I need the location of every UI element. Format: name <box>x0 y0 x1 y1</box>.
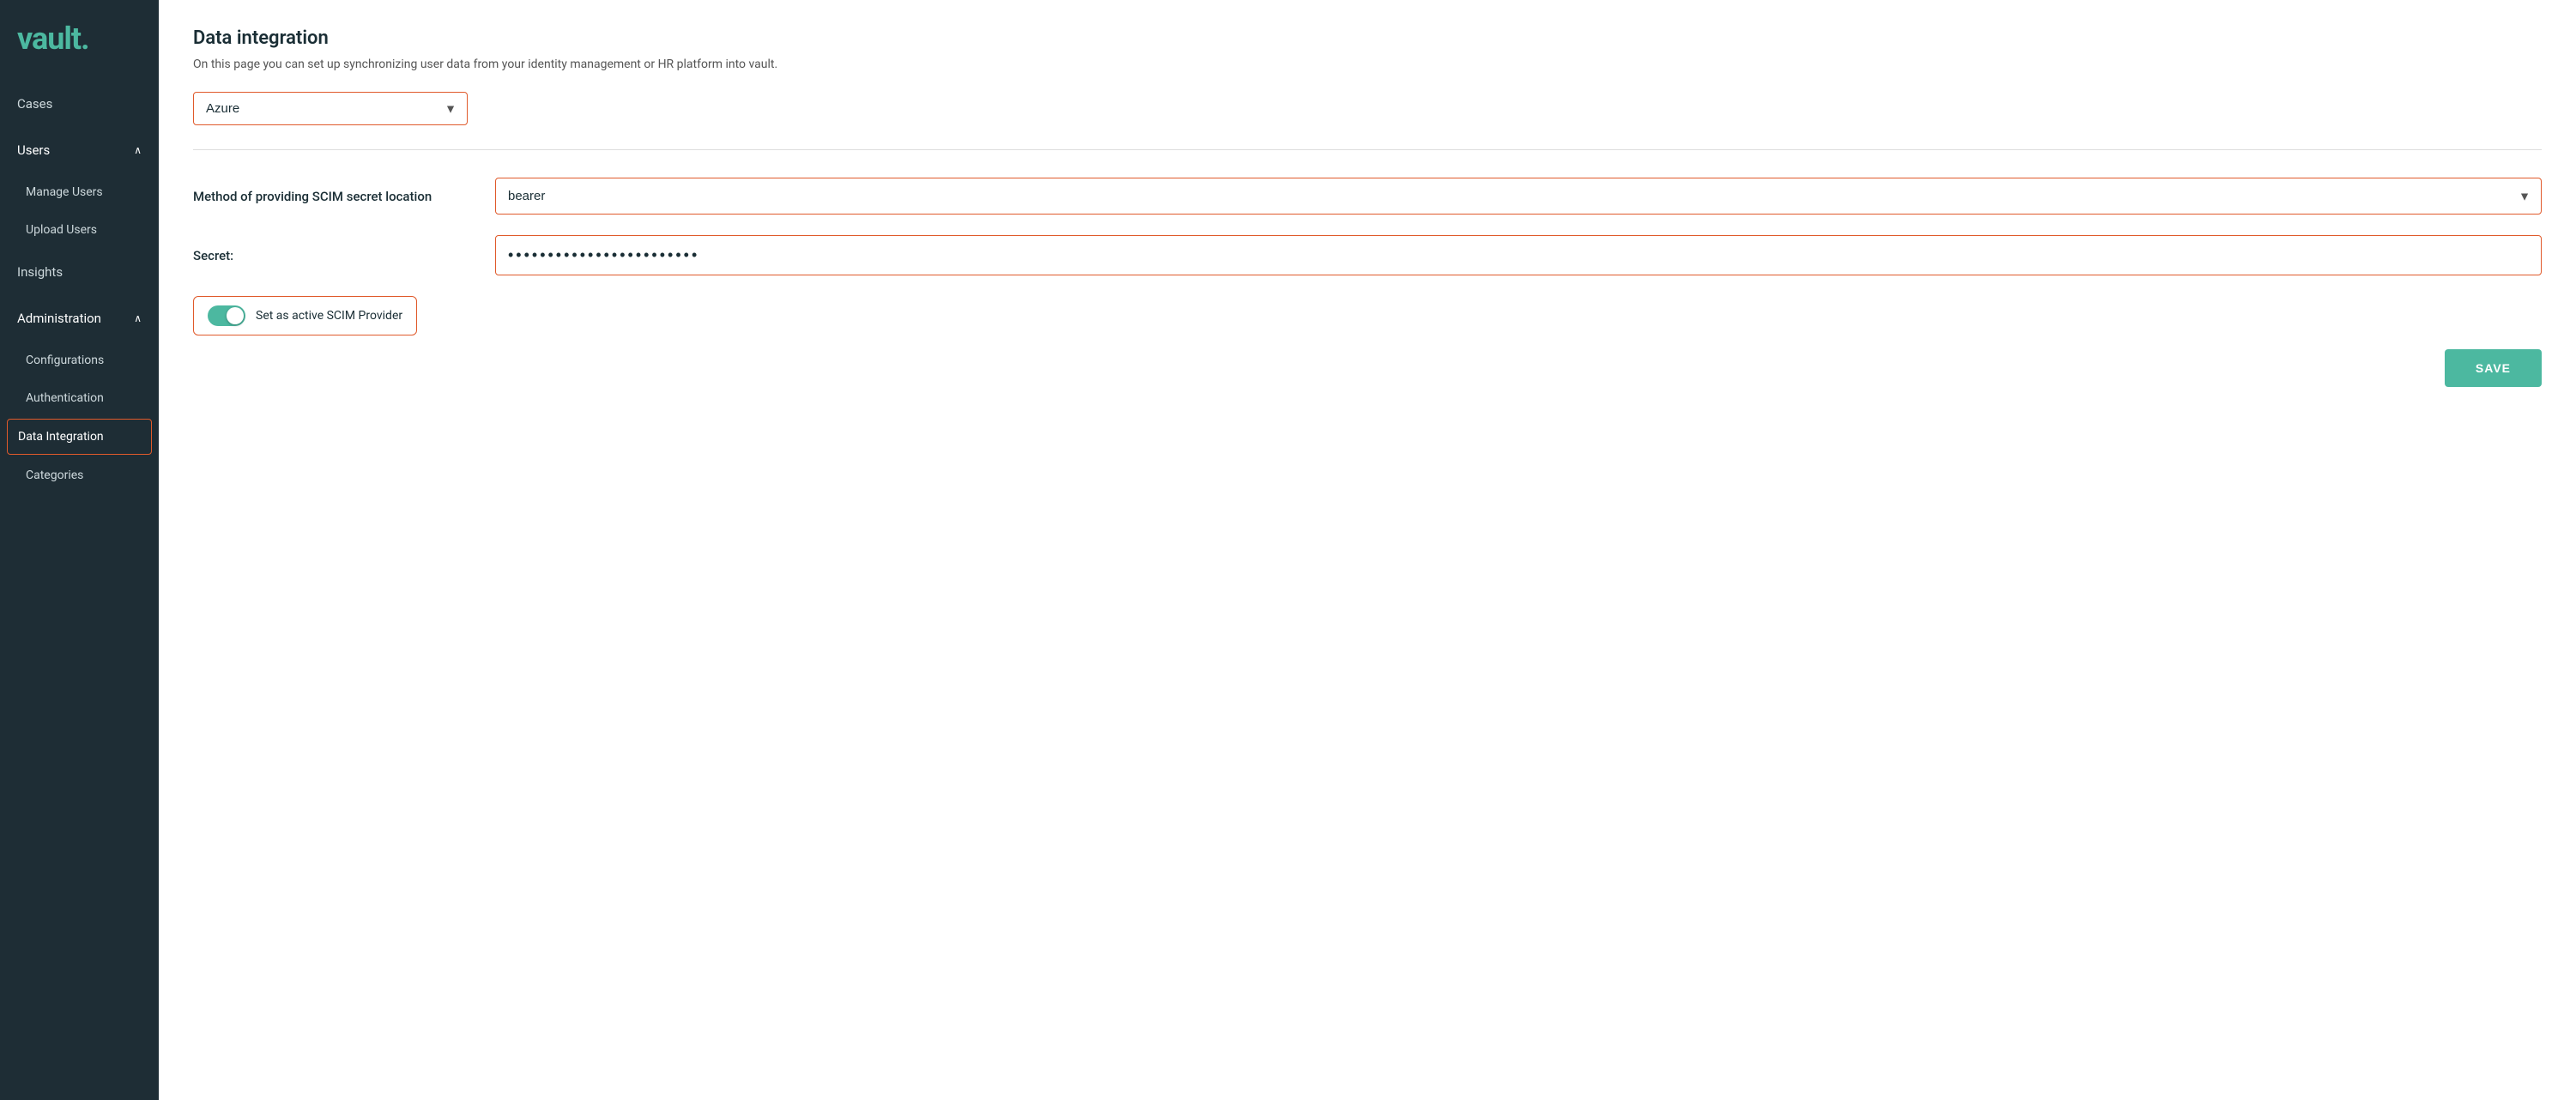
sidebar-sub-item-categories[interactable]: Categories <box>0 456 159 494</box>
toggle-knob <box>227 307 244 324</box>
logo-text: vault. <box>17 21 89 57</box>
provider-select-wrapper: Azure Okta Google Workspace Custom ▼ <box>193 92 468 125</box>
sidebar-item-users[interactable]: Users ∧ <box>0 127 159 173</box>
sidebar-item-administration-label: Administration <box>17 311 101 326</box>
page-description: On this page you can set up synchronizin… <box>193 57 2542 71</box>
sidebar-sub-item-manage-users[interactable]: Manage Users <box>0 173 159 211</box>
sidebar-sub-item-upload-users[interactable]: Upload Users <box>0 211 159 249</box>
scim-toggle-switch[interactable] <box>208 305 245 326</box>
save-button[interactable]: SAVE <box>2445 349 2542 387</box>
scim-method-field-wrapper: bearer header query ▼ <box>495 178 2542 215</box>
scim-method-label: Method of providing SCIM secret location <box>193 189 468 204</box>
sidebar-item-cases-label: Cases <box>17 96 52 112</box>
sidebar-sub-item-authentication[interactable]: Authentication <box>0 379 159 417</box>
scim-toggle-wrapper[interactable]: Set as active SCIM Provider <box>193 296 417 335</box>
sidebar-item-insights-label: Insights <box>17 264 63 280</box>
form-section: Method of providing SCIM secret location… <box>193 178 2542 335</box>
save-row: SAVE <box>193 349 2542 387</box>
sidebar-sub-item-configurations[interactable]: Configurations <box>0 341 159 379</box>
sidebar-item-cases[interactable]: Cases <box>0 81 159 127</box>
secret-input[interactable] <box>496 236 2541 275</box>
sidebar: vault. Cases Users ∧ Manage Users Upload… <box>0 0 159 1100</box>
scim-method-row: Method of providing SCIM secret location… <box>193 178 2542 215</box>
chevron-up-icon: ∧ <box>134 144 142 156</box>
toggle-label: Set as active SCIM Provider <box>256 309 402 323</box>
sidebar-sub-item-data-integration[interactable]: Data Integration <box>7 419 152 455</box>
scim-method-select[interactable]: bearer header query <box>496 178 2541 214</box>
secret-field-wrapper <box>495 235 2542 275</box>
divider <box>193 149 2542 150</box>
sidebar-item-insights[interactable]: Insights <box>0 249 159 295</box>
secret-label: Secret: <box>193 248 468 263</box>
toggle-row: Set as active SCIM Provider <box>193 296 2542 335</box>
logo: vault. <box>0 0 159 81</box>
chevron-up-icon-admin: ∧ <box>134 312 142 324</box>
provider-select[interactable]: Azure Okta Google Workspace Custom <box>194 93 467 124</box>
sidebar-item-users-label: Users <box>17 142 50 158</box>
sidebar-item-administration[interactable]: Administration ∧ <box>0 295 159 341</box>
secret-row: Secret: <box>193 235 2542 275</box>
page-title: Data integration <box>193 27 2542 49</box>
main-content: Data integration On this page you can se… <box>159 0 2576 1100</box>
